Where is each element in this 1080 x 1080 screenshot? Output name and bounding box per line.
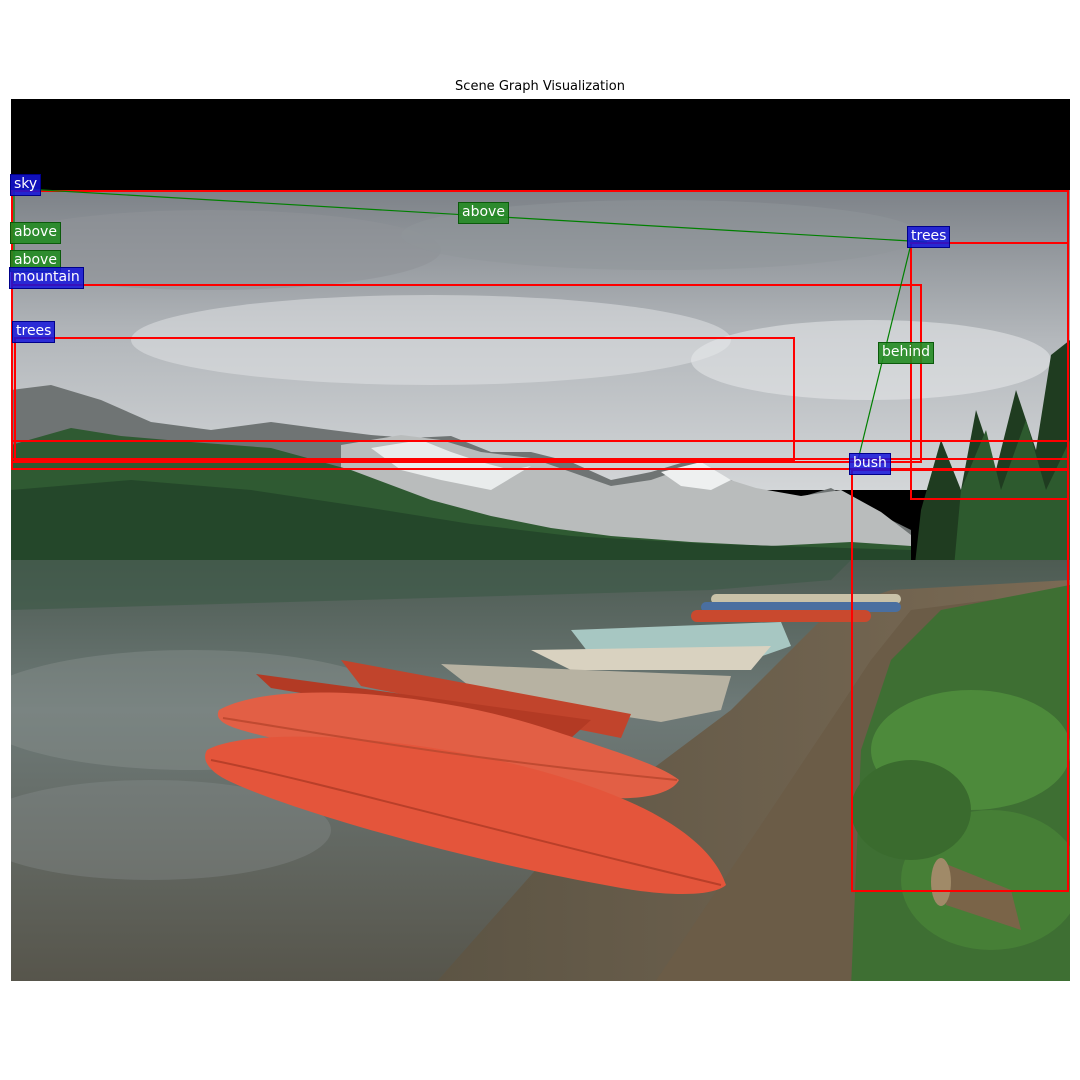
object-label-bush: bush xyxy=(849,453,891,475)
lake-photo xyxy=(11,190,1070,981)
object-label-mountain: mountain xyxy=(9,267,84,289)
object-label-trees: trees xyxy=(12,321,56,343)
object-label-trees: trees xyxy=(907,226,951,248)
relation-label-behind: behind xyxy=(878,342,935,364)
relation-label-above: above xyxy=(458,202,509,224)
relation-label-above: above xyxy=(10,222,61,244)
figure-title: Scene Graph Visualization xyxy=(455,79,625,94)
object-label-sky: sky xyxy=(10,174,42,196)
